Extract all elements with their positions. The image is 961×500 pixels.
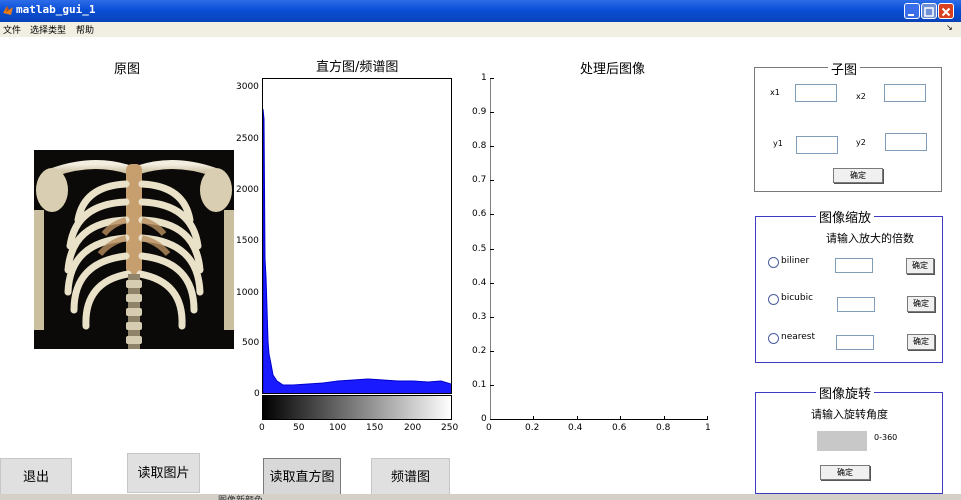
proc-xtick: 0.8 bbox=[656, 423, 671, 433]
zoom-prompt: 请输入放大的倍数 bbox=[826, 232, 914, 245]
y2-input[interactable] bbox=[885, 133, 927, 151]
read-image-button[interactable]: 读取图片 bbox=[127, 453, 200, 493]
processed-axes bbox=[489, 78, 708, 420]
window-title: matlab_gui_1 bbox=[16, 3, 96, 16]
hist-ytick: 1000 bbox=[236, 288, 259, 298]
proc-ytick: 0.4 bbox=[472, 278, 487, 288]
proc-ytick: 0.3 bbox=[472, 312, 487, 322]
hist-ytick: 0 bbox=[254, 389, 260, 399]
maximize-button[interactable] bbox=[921, 3, 937, 19]
hist-xtick: 50 bbox=[293, 423, 305, 433]
bicubic-confirm-button[interactable]: 确定 bbox=[907, 296, 935, 312]
zoom-panel-title: 图像缩放 bbox=[816, 207, 875, 226]
rotate-confirm-button[interactable]: 确定 bbox=[820, 465, 870, 480]
y2-label: y2 bbox=[856, 138, 866, 147]
histogram-title: 直方图/频谱图 bbox=[316, 60, 399, 75]
radio-bicubic[interactable] bbox=[768, 294, 779, 305]
x1-label: x1 bbox=[770, 88, 780, 97]
original-image-title: 原图 bbox=[114, 62, 141, 77]
proc-xtick: 1 bbox=[705, 423, 711, 433]
proc-xtick: 0.2 bbox=[525, 423, 540, 433]
hist-ytick: 500 bbox=[242, 338, 260, 348]
spectrum-button[interactable]: 频谱图 bbox=[371, 458, 450, 496]
rotate-prompt: 请输入旋转角度 bbox=[811, 408, 888, 421]
nearest-confirm-button[interactable]: 确定 bbox=[907, 334, 935, 350]
proc-ytick: 0.7 bbox=[472, 175, 487, 185]
proc-ytick: 0.1 bbox=[472, 380, 487, 390]
radio-biliner-label: biliner bbox=[781, 256, 810, 266]
hist-ytick: 2500 bbox=[236, 134, 259, 144]
proc-xtick: 0 bbox=[486, 423, 492, 433]
ribcage-image bbox=[34, 159, 234, 349]
hist-ytick: 3000 bbox=[236, 82, 259, 92]
menu-select-type[interactable]: 选择类型 bbox=[30, 23, 66, 36]
proc-ytick: 0.9 bbox=[472, 107, 487, 117]
hist-xtick: 0 bbox=[259, 423, 265, 433]
hist-xtick: 100 bbox=[329, 423, 347, 433]
proc-ytick: 0.8 bbox=[472, 141, 487, 151]
histogram-plot bbox=[262, 108, 452, 393]
radio-nearest[interactable] bbox=[768, 333, 779, 344]
subplot-panel-title: 子图 bbox=[828, 59, 861, 78]
menu-file[interactable]: 文件 bbox=[3, 23, 21, 36]
nearest-input[interactable] bbox=[836, 335, 874, 350]
processed-axes-lines bbox=[489, 78, 708, 420]
proc-ytick: 0.5 bbox=[472, 244, 487, 254]
hist-xtick: 250 bbox=[441, 423, 459, 433]
bottom-edge bbox=[0, 494, 961, 500]
minimize-icon bbox=[908, 14, 914, 16]
proc-xtick: 0.6 bbox=[612, 423, 627, 433]
hist-ytick: 2000 bbox=[236, 185, 259, 195]
menu-dock-arrow-icon[interactable]: ↘ bbox=[946, 23, 953, 32]
bottom-fragment-text: 图像新颜色 bbox=[218, 493, 263, 500]
menu-bar: 文件 选择类型 帮助 ↘ bbox=[0, 22, 961, 37]
proc-ytick: 1 bbox=[481, 73, 487, 83]
radio-biliner[interactable] bbox=[768, 257, 779, 268]
menu-help[interactable]: 帮助 bbox=[76, 23, 94, 36]
hist-ytick: 1500 bbox=[236, 236, 259, 246]
grayscale-colorbar bbox=[262, 395, 452, 420]
hist-xtick: 200 bbox=[404, 423, 422, 433]
read-histogram-button[interactable]: 读取直方图 bbox=[263, 458, 341, 496]
processed-image-title: 处理后图像 bbox=[580, 62, 646, 77]
rotate-angle-input[interactable] bbox=[817, 431, 867, 451]
exit-button[interactable]: 退出 bbox=[0, 458, 72, 496]
proc-ytick: 0.2 bbox=[472, 346, 487, 356]
close-button[interactable] bbox=[938, 3, 954, 19]
proc-ytick: 0.6 bbox=[472, 209, 487, 219]
x2-input[interactable] bbox=[884, 84, 926, 102]
biliner-confirm-button[interactable]: 确定 bbox=[906, 258, 934, 274]
minimize-button[interactable] bbox=[904, 3, 920, 19]
hist-xtick: 150 bbox=[366, 423, 384, 433]
radio-bicubic-label: bicubic bbox=[781, 293, 814, 303]
y1-label: y1 bbox=[773, 139, 783, 148]
y1-input[interactable] bbox=[796, 136, 838, 154]
proc-xtick: 0.4 bbox=[568, 423, 583, 433]
maximize-icon bbox=[924, 7, 934, 17]
bicubic-input[interactable] bbox=[837, 297, 875, 312]
rotate-panel-title: 图像旋转 bbox=[816, 383, 875, 402]
x1-input[interactable] bbox=[795, 84, 837, 102]
histogram-axes bbox=[262, 78, 452, 394]
matlab-app-icon bbox=[3, 6, 13, 15]
biliner-input[interactable] bbox=[835, 258, 873, 273]
subplot-confirm-button[interactable]: 确定 bbox=[833, 168, 883, 183]
window-titlebar[interactable]: matlab_gui_1 bbox=[0, 0, 961, 22]
x2-label: x2 bbox=[856, 92, 866, 101]
close-icon bbox=[941, 7, 951, 17]
rotate-range-label: 0-360 bbox=[874, 433, 898, 442]
radio-nearest-label: nearest bbox=[781, 332, 816, 342]
original-image bbox=[34, 150, 234, 349]
